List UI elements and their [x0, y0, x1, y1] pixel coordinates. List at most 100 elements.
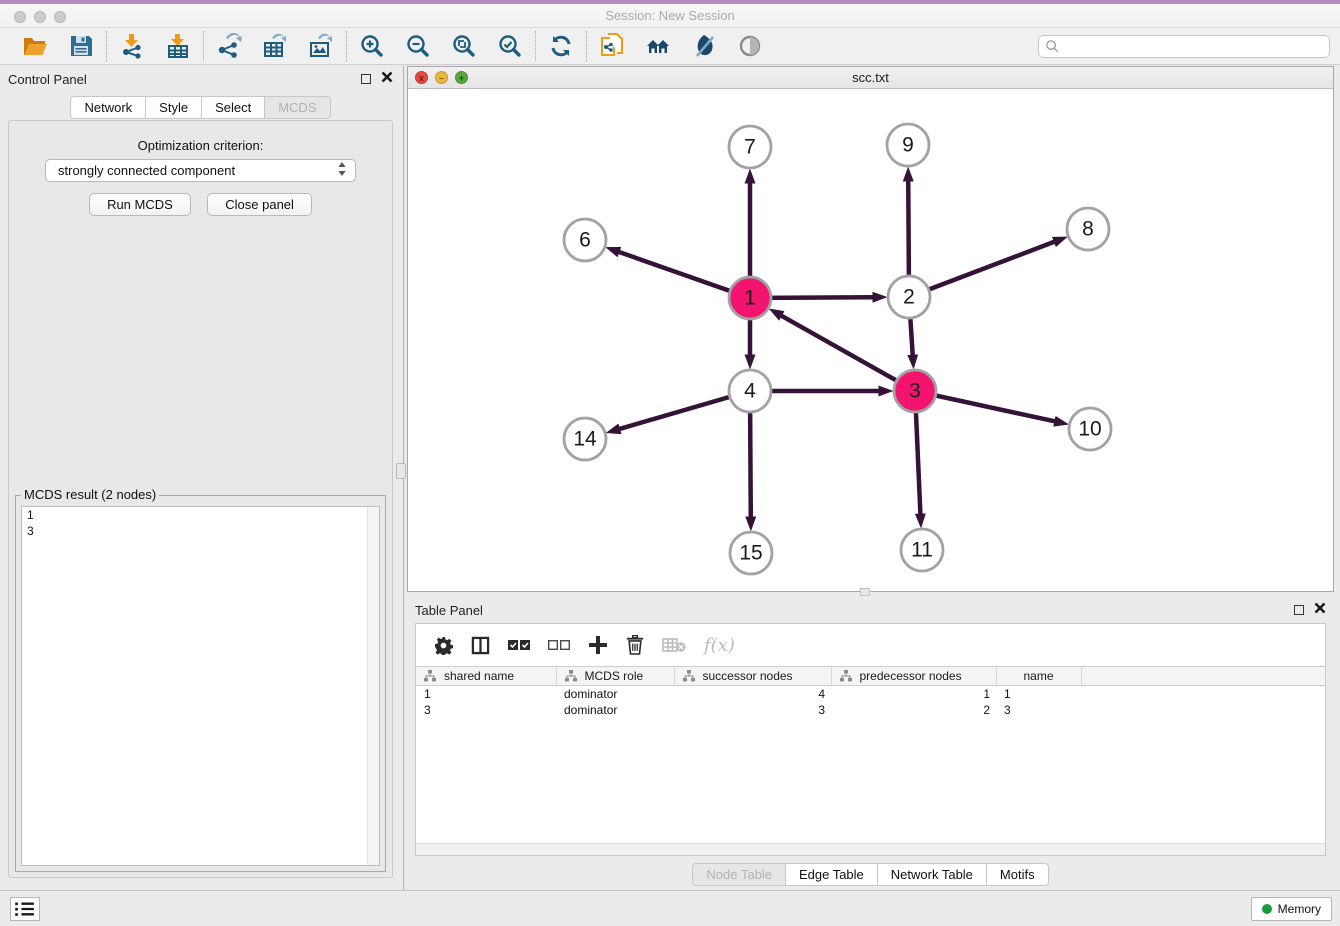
search-input[interactable]: [1038, 35, 1330, 58]
graph-node-7[interactable]: 7: [729, 126, 771, 168]
float-panel-icon[interactable]: [361, 74, 371, 84]
column-panel-icon[interactable]: [471, 636, 490, 655]
delete-table-icon[interactable]: [662, 637, 686, 653]
refresh-view-icon[interactable]: [548, 33, 574, 59]
first-neighbors-icon[interactable]: [645, 33, 671, 59]
save-session-icon[interactable]: [68, 33, 94, 59]
table-row[interactable]: 3 dominator 3 2 3: [416, 702, 1325, 718]
tab-style[interactable]: Style: [145, 96, 202, 119]
node-table-view: f(x) shared name MCDS role successor nod…: [415, 623, 1326, 856]
app-titlebar: Session: New Session: [0, 4, 1340, 28]
function-builder-icon[interactable]: f(x): [704, 635, 735, 656]
node-label: 9: [902, 134, 914, 157]
network-maximize-button[interactable]: +: [455, 71, 468, 84]
export-table-icon[interactable]: [262, 33, 288, 59]
close-panel-button[interactable]: Close panel: [207, 193, 312, 216]
tab-node-table[interactable]: Node Table: [692, 863, 786, 886]
node-label: 8: [1082, 218, 1094, 241]
clone-network-icon[interactable]: [599, 33, 625, 59]
edge-3-1[interactable]: [781, 316, 915, 391]
result-scrollbar[interactable]: [367, 507, 379, 865]
memory-button[interactable]: Memory: [1251, 897, 1332, 921]
open-session-icon[interactable]: [22, 33, 48, 59]
control-panel: Control Panel NetworkStyleSelectMCDS Opt…: [0, 66, 401, 890]
result-item: 3: [22, 523, 379, 539]
graph-node-6[interactable]: 6: [564, 219, 606, 261]
optimization-criterion-label: Optimization criterion:: [9, 138, 392, 153]
close-window-button[interactable]: [14, 11, 26, 23]
column-header-successor-nodes[interactable]: successor nodes: [674, 667, 831, 686]
table-tabs: Node TableEdge TableNetwork TableMotifs: [407, 863, 1334, 886]
tab-select[interactable]: Select: [201, 96, 265, 119]
network-window-title: scc.txt: [408, 67, 1333, 88]
window-title: Session: New Session: [0, 4, 1340, 28]
zoom-in-icon[interactable]: [359, 33, 385, 59]
table-horizontal-scrollbar[interactable]: [416, 843, 1325, 855]
result-item: 1: [22, 507, 379, 523]
import-network-icon[interactable]: [119, 33, 145, 59]
search-box: [1038, 35, 1330, 58]
show-graphics-icon[interactable]: [737, 33, 763, 59]
zoom-window-button[interactable]: [54, 11, 66, 23]
tab-mcds[interactable]: MCDS: [264, 96, 330, 119]
horizontal-splitter-handle[interactable]: [860, 588, 870, 596]
zoom-selected-icon[interactable]: [497, 33, 523, 59]
export-image-icon[interactable]: [308, 33, 334, 59]
graph-node-10[interactable]: 10: [1069, 408, 1111, 450]
node-label: 15: [739, 542, 762, 565]
network-canvas[interactable]: 7 9 6 8 1 2 4 3 14 10 15 11: [408, 89, 1333, 591]
status-bar: Memory: [0, 890, 1340, 926]
run-mcds-button[interactable]: Run MCDS: [89, 193, 191, 216]
delete-column-icon[interactable]: [626, 635, 644, 655]
tab-network[interactable]: Network: [70, 96, 146, 119]
select-all-icon[interactable]: [508, 639, 530, 651]
criterion-dropdown[interactable]: strongly connected component: [45, 159, 356, 182]
graph-node-11[interactable]: 11: [901, 529, 943, 571]
network-minimize-button[interactable]: –: [435, 71, 448, 84]
column-header-name[interactable]: name: [996, 667, 1081, 686]
graph-node-15[interactable]: 15: [730, 532, 772, 574]
graph-node-2[interactable]: 2: [888, 276, 930, 318]
column-header-mcds-role[interactable]: MCDS role: [556, 667, 674, 686]
column-header-shared-name[interactable]: shared name: [416, 667, 556, 686]
graph-node-4[interactable]: 4: [729, 370, 771, 412]
close-panel-icon[interactable]: [381, 70, 393, 88]
table-panel: Table Panel: [407, 597, 1334, 888]
zoom-out-icon[interactable]: [405, 33, 431, 59]
vertical-splitter-handle[interactable]: [396, 463, 406, 479]
node-label: 11: [911, 539, 933, 562]
graph-node-9[interactable]: 9: [887, 124, 929, 166]
close-panel-icon[interactable]: [1314, 601, 1326, 619]
import-table-icon[interactable]: [165, 33, 191, 59]
graph-node-14[interactable]: 14: [564, 418, 606, 460]
edge-2-8[interactable]: [909, 242, 1054, 297]
table-row[interactable]: 1 dominator 4 1 1: [416, 686, 1325, 702]
column-header-predecessor-nodes[interactable]: predecessor nodes: [831, 667, 996, 686]
task-history-button[interactable]: [10, 897, 40, 921]
memory-label: Memory: [1278, 902, 1321, 916]
graph-node-8[interactable]: 8: [1067, 208, 1109, 250]
table-panel-title: Table Panel: [415, 603, 1294, 618]
mcds-result-list[interactable]: 1 3: [21, 506, 380, 866]
deselect-all-icon[interactable]: [548, 639, 570, 651]
minimize-window-button[interactable]: [34, 11, 46, 23]
mcds-result-groupbox: MCDS result (2 nodes) 1 3: [15, 495, 386, 872]
zoom-fit-icon[interactable]: [451, 33, 477, 59]
add-column-icon[interactable]: [588, 635, 608, 655]
tab-motifs[interactable]: Motifs: [986, 863, 1049, 886]
table-settings-icon[interactable]: [434, 636, 453, 655]
control-panel-tabs: NetworkStyleSelectMCDS: [0, 96, 401, 119]
network-close-button[interactable]: x: [415, 71, 428, 84]
graph-node-1[interactable]: 1: [729, 277, 771, 319]
graph-node-3[interactable]: 3: [894, 370, 936, 412]
memory-status-dot: [1262, 904, 1272, 914]
node-label: 6: [579, 229, 591, 252]
tab-network-table[interactable]: Network Table: [877, 863, 987, 886]
node-label: 4: [744, 380, 756, 403]
node-table: shared name MCDS role successor nodes pr…: [416, 666, 1325, 718]
hide-style-icon[interactable]: [691, 33, 717, 59]
node-label: 7: [744, 136, 756, 159]
tab-edge-table[interactable]: Edge Table: [785, 863, 878, 886]
export-network-icon[interactable]: [216, 33, 242, 59]
float-panel-icon[interactable]: [1294, 605, 1304, 615]
